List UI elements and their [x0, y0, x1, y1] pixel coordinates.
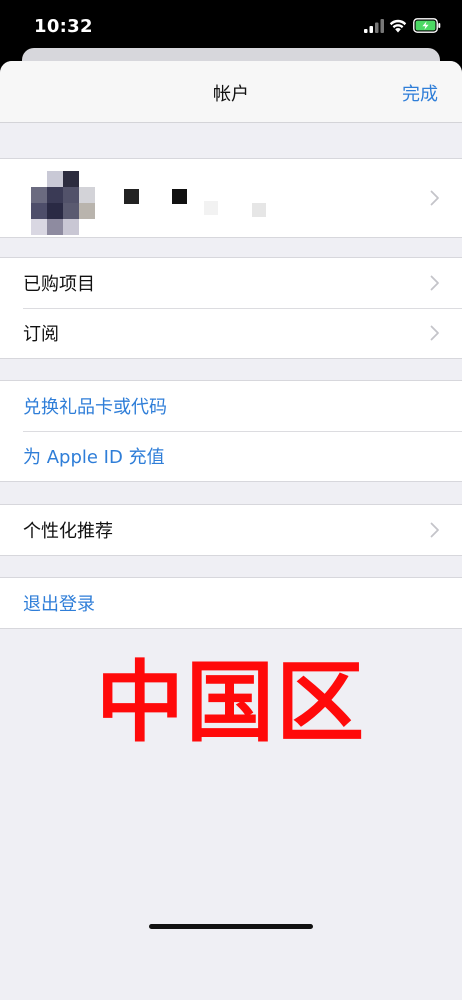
- subscriptions-row[interactable]: 订阅: [0, 308, 462, 358]
- chevron-right-icon: [430, 190, 439, 206]
- nav-bar: 帐户 完成: [0, 61, 462, 123]
- sign-out-button[interactable]: 退出登录: [0, 578, 462, 628]
- row-label: 订阅: [23, 324, 59, 345]
- blurred-account-name: [108, 181, 288, 221]
- region-watermark: 中国区: [95, 651, 366, 754]
- row-label: 兑换礼品卡或代码: [23, 397, 167, 418]
- row-label: 为 Apple ID 充值: [23, 447, 165, 468]
- home-indicator: [149, 924, 313, 929]
- profile-row[interactable]: [0, 159, 462, 237]
- account-sheet: 帐户 完成 已购项目 订阅 兑换礼品卡或代码 为 Apple ID 充值 个性化…: [0, 61, 462, 1000]
- profile-group: [0, 158, 462, 238]
- battery-charging-icon: [413, 18, 441, 33]
- purchases-group: 已购项目 订阅: [0, 257, 462, 359]
- chevron-right-icon: [430, 522, 439, 538]
- personalized-recommendations-row[interactable]: 个性化推荐: [0, 505, 462, 555]
- page-title: 帐户: [213, 84, 249, 105]
- sign-out-group: 退出登录: [0, 577, 462, 629]
- row-label: 退出登录: [23, 594, 95, 615]
- gift-card-group: 兑换礼品卡或代码 为 Apple ID 充值: [0, 380, 462, 482]
- redeem-gift-card-link[interactable]: 兑换礼品卡或代码: [0, 381, 462, 431]
- add-funds-link[interactable]: 为 Apple ID 充值: [0, 431, 462, 481]
- status-time: 10:32: [34, 16, 93, 37]
- row-label: 个性化推荐: [23, 521, 113, 542]
- personalization-group: 个性化推荐: [0, 504, 462, 556]
- done-button[interactable]: 完成: [402, 80, 438, 106]
- purchased-items-row[interactable]: 已购项目: [0, 258, 462, 308]
- row-label: 已购项目: [23, 274, 95, 295]
- cellular-signal-icon: [364, 19, 384, 33]
- status-bar: 10:32: [0, 0, 462, 50]
- chevron-right-icon: [430, 325, 439, 341]
- chevron-right-icon: [430, 275, 439, 291]
- wifi-icon: [389, 19, 407, 33]
- avatar: [31, 171, 95, 235]
